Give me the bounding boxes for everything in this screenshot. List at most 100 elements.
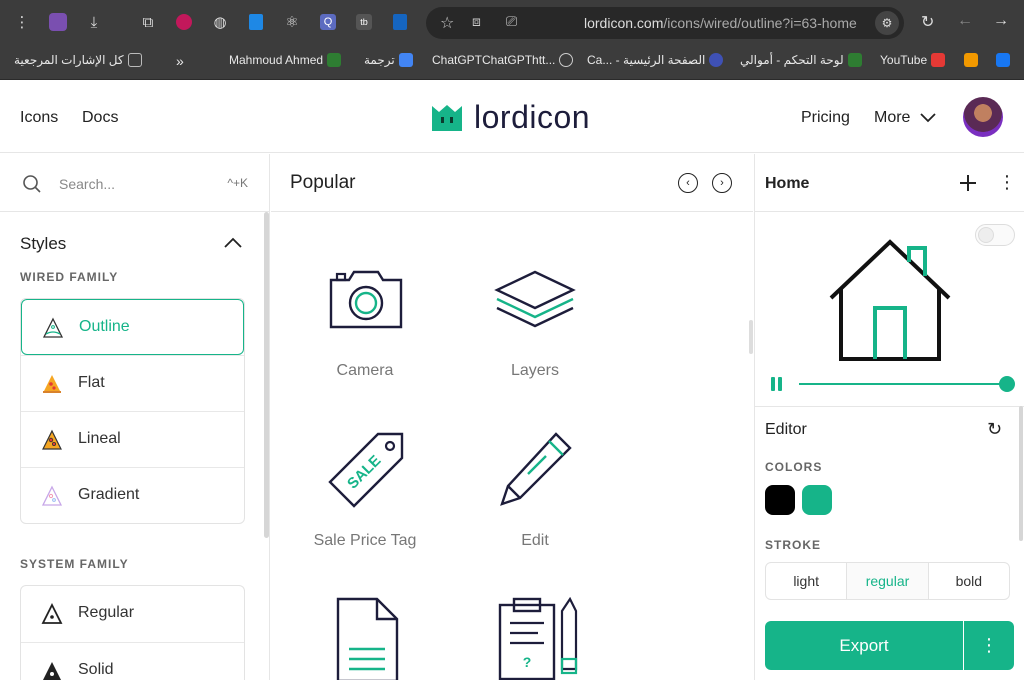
folder-icon	[127, 53, 142, 67]
profile-avatar-icon[interactable]	[48, 12, 68, 32]
logo-text: lordicon	[474, 99, 591, 135]
search-input[interactable]: Search...	[59, 176, 115, 192]
icon-label: Camera	[336, 362, 394, 379]
icon-tile-sale-price-tag[interactable]: SALE Sale Price Tag	[280, 424, 450, 554]
extension-globe-icon[interactable]: ◍	[210, 12, 230, 32]
icon-tile-layers[interactable]: Layers	[450, 254, 620, 384]
color-swatch-secondary[interactable]	[802, 485, 832, 515]
prev-arrow-icon[interactable]: ‹	[678, 173, 698, 193]
nav-more-dropdown[interactable]: More	[874, 109, 937, 127]
icon-label: Edit	[521, 532, 549, 549]
youtube-icon	[931, 53, 946, 67]
bookmark-chatgpt[interactable]: ChatGPTChatGPThtt...	[432, 53, 574, 67]
playback-slider-handle[interactable]	[999, 376, 1015, 392]
animation-toggle[interactable]	[975, 224, 1015, 246]
bookmark-label: ترجمة	[364, 53, 395, 67]
pause-icon[interactable]	[771, 377, 783, 391]
sidebar-scrollbar[interactable]	[264, 212, 269, 538]
extension-cup-icon[interactable]	[246, 12, 266, 32]
style-item-outline[interactable]: Outline	[21, 299, 244, 355]
detail-header: Home ⋮	[755, 154, 1024, 212]
pizza-lineal-icon	[42, 429, 62, 450]
lordicon-logo[interactable]: lordicon	[430, 99, 590, 136]
search-box[interactable]: Search... ^+K	[0, 154, 269, 212]
forward-arrow-icon[interactable]: →	[993, 12, 1009, 30]
facebook-icon	[996, 53, 1010, 67]
icon-label: Layers	[510, 362, 560, 379]
nav-docs-link[interactable]: Docs	[82, 109, 118, 127]
nav-icons-link[interactable]: Icons	[20, 109, 58, 127]
extension-red-icon[interactable]	[174, 12, 194, 32]
pizza-flat-icon	[43, 375, 61, 393]
extensions-puzzle-icon[interactable]: ⧉	[138, 12, 158, 32]
style-label: Gradient	[78, 486, 140, 503]
export-button[interactable]: Export	[765, 621, 963, 670]
stroke-light-option[interactable]: light	[766, 563, 846, 599]
site-header: Icons Docs lordicon Pricing More	[0, 81, 1024, 153]
editor-heading: Editor	[765, 421, 807, 438]
gallery-header: Popular ‹ ›	[271, 154, 753, 212]
style-item-gradient[interactable]: Gradient	[21, 467, 244, 523]
stroke-bold-option[interactable]: bold	[927, 563, 1009, 599]
stroke-regular-option[interactable]: regular	[846, 563, 928, 599]
bookmark-blogger[interactable]	[964, 53, 978, 67]
icon-gallery: Popular ‹ › Camera Layers SALE Sale Pric…	[271, 154, 753, 680]
bookmark-youtube[interactable]: YouTube	[880, 53, 946, 67]
search-icon	[23, 175, 41, 193]
menu-kebab-icon[interactable]: ⋮	[12, 12, 32, 32]
url-text: lordicon.com/icons/wired/outline?i=63-ho…	[584, 15, 857, 31]
bookmark-label: كل الإشارات المرجعية	[14, 53, 124, 67]
bookmark-facebook[interactable]	[996, 53, 1010, 67]
color-swatch-primary[interactable]	[765, 485, 795, 515]
style-item-regular[interactable]: Regular	[21, 586, 244, 642]
bookmark-canva[interactable]: Ca... - الصفحة الرئيسية	[587, 53, 724, 67]
icon-tile-edit[interactable]: Edit	[450, 424, 620, 554]
site-info-icon[interactable]: ⧈	[472, 13, 481, 30]
icon-detail-panel: Home ⋮ Editor ↻ COLORS STROKE light regu…	[754, 154, 1024, 680]
styles-heading: Styles	[20, 234, 67, 253]
icon-tile-document[interactable]	[280, 594, 450, 680]
pizza-solid-icon	[43, 662, 61, 680]
extension-atom-icon[interactable]: ⚛	[282, 12, 302, 32]
address-bar[interactable]: ☆ ⧈ ⎚ lordicon.com/icons/wired/outline?i…	[426, 7, 904, 39]
tune-icon[interactable]: ⚙	[875, 11, 899, 35]
user-avatar[interactable]	[963, 97, 1003, 137]
home-icon-preview	[829, 239, 951, 361]
export-more-options-icon[interactable]: ⋮	[964, 621, 1014, 670]
icon-tile-camera[interactable]: Camera	[280, 254, 450, 384]
extension-q-icon[interactable]: Q	[318, 12, 338, 32]
bookmarks-overflow[interactable]: »	[176, 53, 184, 69]
bookmark-star-icon[interactable]: ☆	[440, 13, 454, 33]
reset-icon[interactable]: ↻	[987, 419, 1002, 440]
nav-pricing-link[interactable]: Pricing	[801, 109, 850, 127]
style-label: Solid	[78, 661, 114, 678]
back-arrow-icon[interactable]: ←	[957, 12, 973, 30]
chevron-up-icon[interactable]	[224, 237, 242, 248]
playback-slider-track[interactable]	[799, 383, 1007, 385]
bookmark-amwali[interactable]: لوحة التحكم - أموالي	[740, 53, 862, 67]
bookmark-all[interactable]: كل الإشارات المرجعية	[14, 53, 142, 67]
bookmark-mahmoud[interactable]: Mahmoud Ahmed	[229, 53, 342, 67]
cast-icon[interactable]: ⎚	[506, 13, 517, 30]
extension-tb-icon[interactable]: tb	[354, 12, 374, 32]
wired-family-label: WIRED FAMILY	[20, 270, 119, 284]
more-vertical-icon[interactable]: ⋮	[998, 172, 1016, 193]
reload-icon[interactable]: ↻	[921, 12, 934, 32]
camera-icon	[329, 270, 403, 329]
icon-tile-clipboard[interactable]: ?	[450, 594, 620, 680]
next-arrow-icon[interactable]: ›	[712, 173, 732, 193]
download-icon[interactable]: ⤓	[84, 12, 104, 32]
plus-icon[interactable]	[959, 174, 977, 192]
panel-resize-handle[interactable]	[749, 320, 753, 354]
bookmark-translate[interactable]: ترجمة	[364, 53, 413, 67]
wired-styles-list: Outline Flat Lineal Gradient	[20, 298, 245, 524]
style-item-lineal[interactable]: Lineal	[21, 411, 244, 467]
panel-scrollbar[interactable]	[1019, 406, 1023, 541]
extension-doc-icon[interactable]	[390, 12, 410, 32]
style-item-solid[interactable]: Solid	[21, 642, 244, 680]
sale-price-tag-icon: SALE	[328, 432, 404, 508]
gallery-title: Popular	[290, 172, 356, 193]
search-shortcut: ^+K	[227, 176, 248, 190]
style-item-flat[interactable]: Flat	[21, 355, 244, 411]
toggle-knob	[978, 227, 994, 243]
